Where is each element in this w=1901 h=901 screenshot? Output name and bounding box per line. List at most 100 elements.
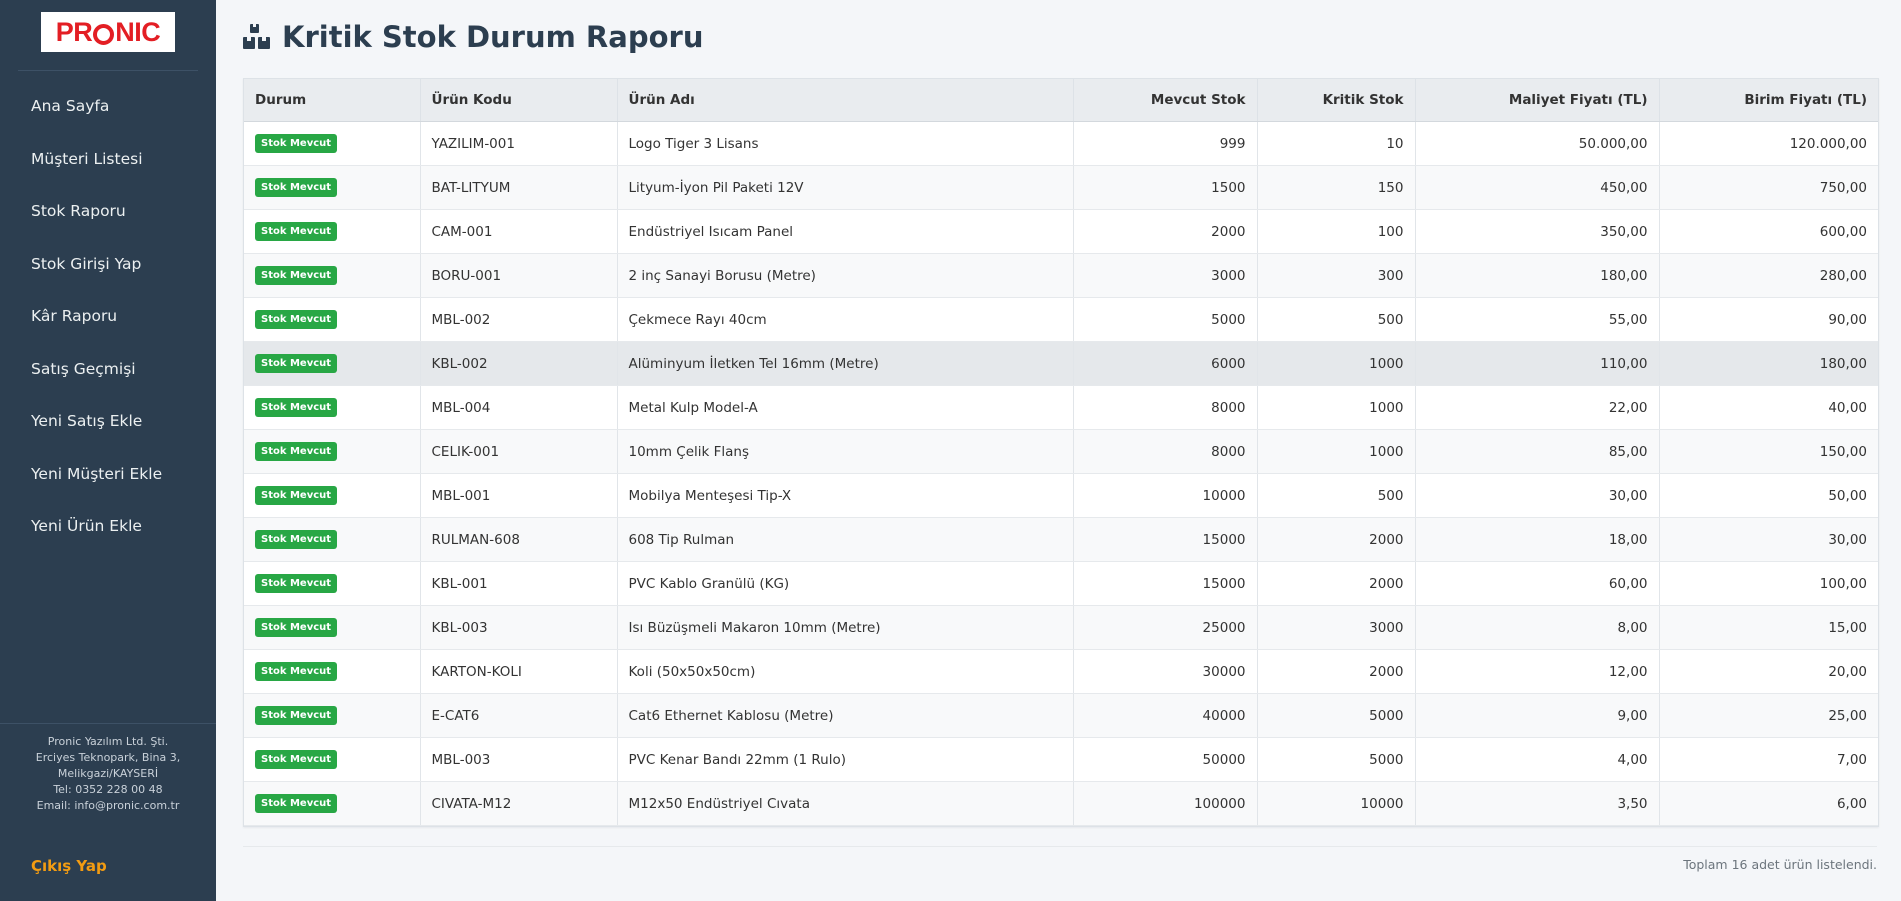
column-header-kritik-stok[interactable]: Kritik Stok	[1257, 79, 1416, 122]
critical-stock-cell: 150	[1257, 165, 1416, 210]
divider	[18, 70, 198, 71]
status-cell: Stok Mevcut	[244, 341, 421, 386]
product-code-cell: BAT-LITYUM	[420, 165, 618, 210]
logout-link[interactable]: Çıkış Yap	[31, 857, 107, 875]
table-row[interactable]: Stok Mevcut KARTON-KOLI Koli (50x50x50cm) 3…	[244, 649, 1878, 694]
critical-stock-cell: 1000	[1257, 429, 1416, 474]
cost-price-cell: 180,00	[1415, 253, 1660, 298]
current-stock-cell: 10000	[1073, 473, 1258, 518]
cost-price-cell: 450,00	[1415, 165, 1660, 210]
product-name-cell: PVC Kablo Granülü (KG)	[617, 561, 1074, 606]
current-stock-cell: 3000	[1073, 253, 1258, 298]
table-row[interactable]: Stok Mevcut KBL-003 Isı Büzüşmeli Makaron …	[244, 605, 1878, 650]
table-row[interactable]: Stok Mevcut KBL-002 Alüminyum İletken Tel …	[244, 341, 1878, 386]
cost-price-cell: 60,00	[1415, 561, 1660, 606]
table-row[interactable]: Stok Mevcut BAT-LITYUM Lityum-İyon Pil Pak…	[244, 165, 1878, 210]
table-row[interactable]: Stok Mevcut MBL-001 Mobilya Menteşesi Tip-…	[244, 473, 1878, 518]
sidebar-item-ana-sayfa[interactable]: Ana Sayfa	[0, 80, 216, 133]
status-badge: Stok Mevcut	[255, 310, 338, 329]
critical-stock-cell: 500	[1257, 473, 1416, 518]
table-row[interactable]: Stok Mevcut E-CAT6 Cat6 Ethernet Kablosu (…	[244, 693, 1878, 738]
critical-stock-cell: 3000	[1257, 605, 1416, 650]
stock-table: Durum Ürün Kodu Ürün Adı Mevcut Stok Kri…	[244, 79, 1878, 826]
product-name-cell: 10mm Çelik Flanş	[617, 429, 1074, 474]
table-row[interactable]: Stok Mevcut CAM-001 Endüstriyel Isıcam Pan…	[244, 209, 1878, 254]
current-stock-cell: 999	[1073, 121, 1258, 166]
critical-stock-cell: 1000	[1257, 385, 1416, 430]
status-badge: Stok Mevcut	[255, 530, 338, 549]
table-row[interactable]: Stok Mevcut BORU-001 2 inç Sanayi Borusu (…	[244, 253, 1878, 298]
cost-price-cell: 350,00	[1415, 209, 1660, 254]
table-row[interactable]: Stok Mevcut MBL-004 Metal Kulp Model-A 8000…	[244, 385, 1878, 430]
product-code-cell: RULMAN-608	[420, 517, 618, 562]
unit-price-cell: 20,00	[1659, 649, 1878, 694]
critical-stock-cell: 10	[1257, 121, 1416, 166]
table-row[interactable]: Stok Mevcut MBL-002 Çekmece Rayı 40cm 5000 5…	[244, 297, 1878, 342]
sidebar-item-yeni-musteri-ekle[interactable]: Yeni Müşteri Ekle	[0, 448, 216, 501]
column-header-birim-fiyati[interactable]: Birim Fiyatı (TL)	[1659, 79, 1878, 122]
sidebar-item-musteri-listesi[interactable]: Müşteri Listesi	[0, 133, 216, 186]
current-stock-cell: 8000	[1073, 385, 1258, 430]
sidebar-item-stok-raporu[interactable]: Stok Raporu	[0, 185, 216, 238]
current-stock-cell: 1500	[1073, 165, 1258, 210]
table-row[interactable]: Stok Mevcut RULMAN-608 608 Tip Rulman 15000…	[244, 517, 1878, 562]
divider	[0, 723, 216, 724]
status-cell: Stok Mevcut	[244, 385, 421, 430]
product-name-cell: Logo Tiger 3 Lisans	[617, 121, 1074, 166]
critical-stock-cell: 1000	[1257, 341, 1416, 386]
product-code-cell: MBL-004	[420, 385, 618, 430]
column-header-durum[interactable]: Durum	[244, 79, 421, 122]
unit-price-cell: 280,00	[1659, 253, 1878, 298]
status-cell: Stok Mevcut	[244, 253, 421, 298]
table-header-row: Durum Ürün Kodu Ürün Adı Mevcut Stok Kri…	[244, 79, 1878, 122]
sidebar-item-kar-raporu[interactable]: Kâr Raporu	[0, 290, 216, 343]
cost-price-cell: 3,50	[1415, 781, 1660, 826]
product-code-cell: MBL-003	[420, 737, 618, 782]
product-name-cell: PVC Kenar Bandı 22mm (1 Rulo)	[617, 737, 1074, 782]
unit-price-cell: 25,00	[1659, 693, 1878, 738]
product-name-cell: Koli (50x50x50cm)	[617, 649, 1074, 694]
company-name: Pronic Yazılım Ltd. Şti.	[47, 735, 169, 748]
status-cell: Stok Mevcut	[244, 605, 421, 650]
table-row[interactable]: Stok Mevcut MBL-003 PVC Kenar Bandı 22mm (…	[244, 737, 1878, 782]
cost-price-cell: 50.000,00	[1415, 121, 1660, 166]
cost-price-cell: 9,00	[1415, 693, 1660, 738]
table-row[interactable]: Stok Mevcut YAZILIM-001 Logo Tiger 3 Lisan…	[244, 121, 1878, 166]
product-code-cell: E-CAT6	[420, 693, 618, 738]
column-header-urun-kodu[interactable]: Ürün Kodu	[420, 79, 618, 122]
sidebar-item-yeni-urun-ekle[interactable]: Yeni Ürün Ekle	[0, 500, 216, 553]
current-stock-cell: 6000	[1073, 341, 1258, 386]
sidebar-item-yeni-satis-ekle[interactable]: Yeni Satış Ekle	[0, 395, 216, 448]
column-header-mevcut-stok[interactable]: Mevcut Stok	[1073, 79, 1258, 122]
unit-price-cell: 90,00	[1659, 297, 1878, 342]
critical-stock-cell: 2000	[1257, 649, 1416, 694]
cost-price-cell: 30,00	[1415, 473, 1660, 518]
table-row[interactable]: Stok Mevcut CIVATA-M12 M12x50 Endüstriyel …	[244, 781, 1878, 826]
unit-price-cell: 180,00	[1659, 341, 1878, 386]
critical-stock-cell: 5000	[1257, 693, 1416, 738]
divider	[243, 846, 1877, 847]
column-header-urun-adi[interactable]: Ürün Adı	[617, 79, 1074, 122]
sidebar-item-stok-girisi-yap[interactable]: Stok Girişi Yap	[0, 238, 216, 291]
table-row[interactable]: Stok Mevcut KBL-001 PVC Kablo Granülü (KG)…	[244, 561, 1878, 606]
product-name-cell: 2 inç Sanayi Borusu (Metre)	[617, 253, 1074, 298]
status-badge: Stok Mevcut	[255, 442, 338, 461]
current-stock-cell: 5000	[1073, 297, 1258, 342]
product-name-cell: Endüstriyel Isıcam Panel	[617, 209, 1074, 254]
sidebar-item-satis-gecmisi[interactable]: Satış Geçmişi	[0, 343, 216, 396]
unit-price-cell: 15,00	[1659, 605, 1878, 650]
current-stock-cell: 30000	[1073, 649, 1258, 694]
company-info: Pronic Yazılım Ltd. Şti. Erciyes Teknopa…	[0, 734, 216, 814]
unit-price-cell: 150,00	[1659, 429, 1878, 474]
unit-price-cell: 750,00	[1659, 165, 1878, 210]
product-name-cell: M12x50 Endüstriyel Cıvata	[617, 781, 1074, 826]
pronic-logo[interactable]: PR NIC	[41, 12, 175, 52]
product-code-cell: KBL-003	[420, 605, 618, 650]
column-header-maliyet-fiyati[interactable]: Maliyet Fiyatı (TL)	[1415, 79, 1660, 122]
table-row[interactable]: Stok Mevcut CELIK-001 10mm Çelik Flanş 8000…	[244, 429, 1878, 474]
product-code-cell: CELIK-001	[420, 429, 618, 474]
current-stock-cell: 8000	[1073, 429, 1258, 474]
product-code-cell: KARTON-KOLI	[420, 649, 618, 694]
status-cell: Stok Mevcut	[244, 209, 421, 254]
total-count-text: Toplam 16 adet ürün listelendi.	[1683, 857, 1877, 872]
